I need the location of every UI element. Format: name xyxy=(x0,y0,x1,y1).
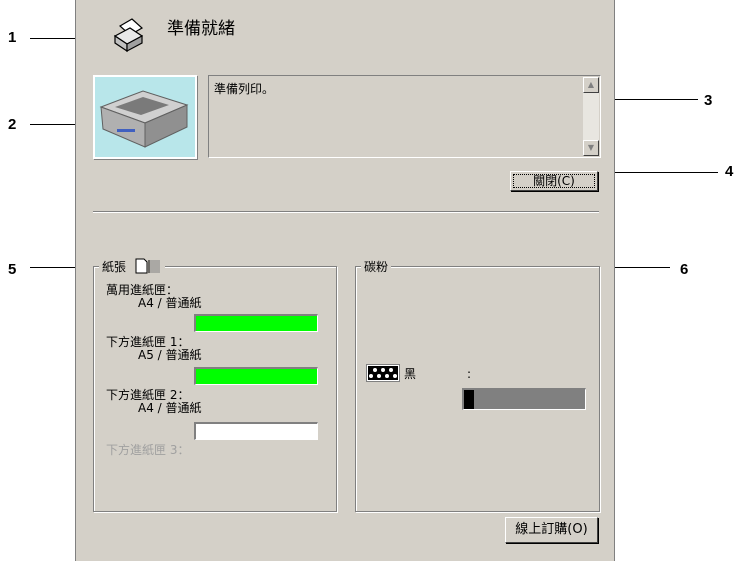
callout-1: 1 xyxy=(8,29,17,46)
tray-paper-size: A5 / 普通紙 xyxy=(138,348,202,362)
tray-level-bar xyxy=(194,314,318,332)
status-message-box: 準備列印。 ▲ ▼ xyxy=(208,75,601,158)
callout-2: 2 xyxy=(8,116,17,133)
toner-icon xyxy=(366,364,400,382)
callout-6: 6 xyxy=(680,261,689,278)
status-monitor-panel: 準備就緒 準備列印。 ▲ ▼ 關閉(C) 紙張 萬用進紙匣： A4 / 普通紙 … xyxy=(75,0,615,561)
scroll-up-button[interactable]: ▲ xyxy=(583,77,599,93)
callout-5: 5 xyxy=(8,261,17,278)
tray-level-bar xyxy=(194,422,318,440)
status-message-text: 準備列印。 xyxy=(214,82,275,96)
scroll-down-button[interactable]: ▼ xyxy=(583,140,599,156)
message-scrollbar[interactable]: ▲ ▼ xyxy=(583,77,599,156)
tray-paper-size: A4 / 普通紙 xyxy=(138,296,202,310)
callout-line-4 xyxy=(600,172,718,173)
printer-image-icon xyxy=(93,75,197,159)
toner-level-bar xyxy=(462,388,586,410)
tray-name-disabled: 下方進紙匣 3： xyxy=(106,443,190,457)
toner-colon: : xyxy=(467,367,472,381)
online-order-button[interactable]: 線上訂購(O) xyxy=(505,517,598,543)
status-title: 準備就緒 xyxy=(167,19,235,39)
toner-group-title: 碳粉 xyxy=(361,258,392,276)
close-button[interactable]: 關閉(C) xyxy=(510,171,598,191)
callout-4: 4 xyxy=(725,163,734,180)
paper-icon xyxy=(134,258,162,277)
printer-status-icon xyxy=(110,16,146,54)
separator xyxy=(93,211,599,213)
callout-3: 3 xyxy=(704,92,713,109)
toner-color-label: 黑 xyxy=(404,367,417,381)
toner-level-fill xyxy=(464,390,474,409)
paper-title-label: 紙張 xyxy=(102,260,127,274)
tray-level-bar xyxy=(194,367,318,385)
paper-group-title: 紙張 xyxy=(99,258,165,276)
tray-level-fill xyxy=(196,369,317,384)
tray-paper-size: A4 / 普通紙 xyxy=(138,401,202,415)
tray-level-fill xyxy=(196,316,317,331)
